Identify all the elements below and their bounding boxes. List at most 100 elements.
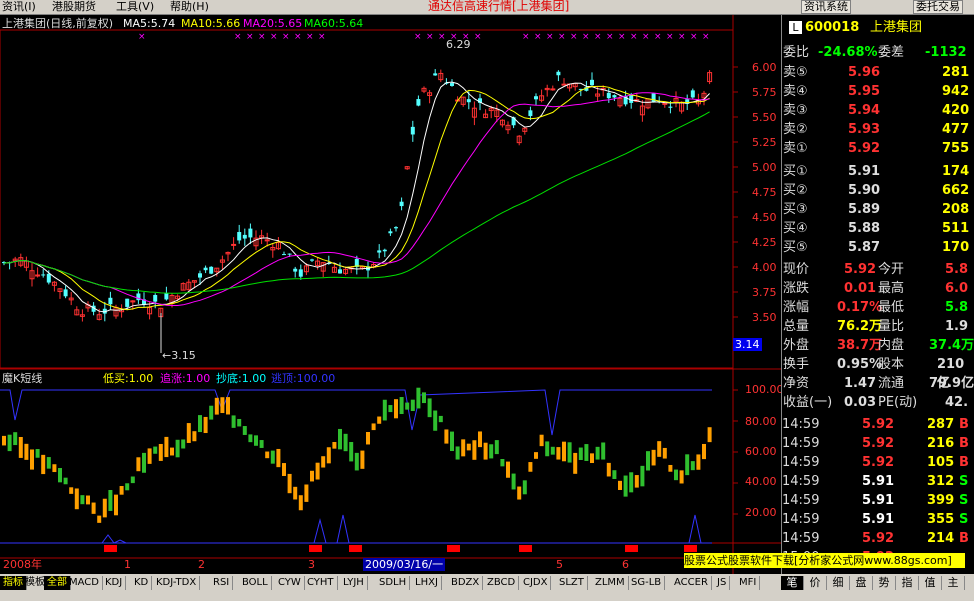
tab-cyht[interactable]: CYHT [304, 576, 338, 590]
indicator-bar [24, 443, 29, 460]
indicator-bar [130, 476, 135, 484]
signal-star: × [534, 32, 542, 42]
tab-lyjh[interactable]: LYJH [340, 576, 368, 590]
indicator-bar [629, 472, 634, 493]
right-tab-3[interactable]: 盘 [850, 576, 873, 590]
candle-body [394, 227, 398, 229]
trade-button[interactable]: 委托交易 [913, 0, 963, 14]
right-tab-6[interactable]: 值 [919, 576, 942, 590]
signal-star: × [270, 32, 278, 42]
stat-label: 最低 [878, 300, 905, 315]
tick-direction: B [959, 531, 969, 546]
ask-row: 卖① 5.92 755 [782, 139, 974, 158]
stat-label: 今开 [878, 262, 905, 277]
indicator-bar [494, 440, 499, 455]
tick-volume: 216 [927, 436, 955, 451]
indicator-bar [248, 434, 253, 443]
signal-star: × [678, 32, 686, 42]
weicha-value: -1132 [925, 45, 967, 60]
right-tab-4[interactable]: 势 [873, 576, 896, 590]
bottom-spike [101, 534, 115, 544]
tab-mfi[interactable]: MFI [736, 576, 761, 590]
tab-kdj-tdx[interactable]: KDJ-TDX [153, 576, 201, 590]
ma20-label: MA20:5.65 [243, 17, 303, 30]
menu-hk-futures[interactable]: 港股期货 [52, 0, 96, 13]
tab-sdlh[interactable]: SDLH [376, 576, 411, 590]
indicator-bar [674, 469, 678, 481]
signal-star: × [234, 32, 242, 42]
right-tab-0[interactable]: 笔 [781, 576, 804, 590]
ask-volume: 281 [942, 65, 970, 80]
tab-boll[interactable]: BOLL [239, 576, 272, 590]
indicator-bar [349, 442, 354, 462]
candle-body [534, 96, 538, 100]
stat-value: 37.4万 [929, 338, 974, 353]
tab-accer[interactable]: ACCER [671, 576, 712, 590]
indicator-name[interactable]: 魔K短线 [2, 372, 42, 385]
indicator-bar [578, 447, 583, 460]
right-tab-1[interactable]: 价 [804, 576, 827, 590]
tab-js[interactable]: JS [714, 576, 731, 590]
cursor-price: 3.14 [733, 338, 762, 351]
stat-row: 收益(一) 0.03 PE(动) 42. [782, 393, 974, 412]
tab-zbcd[interactable]: ZBCD [484, 576, 520, 590]
candle-body [63, 289, 68, 297]
tab-lhxj[interactable]: LHXJ [412, 576, 442, 590]
indicator-bar [175, 439, 180, 458]
price-tick: 5.25 [752, 136, 777, 149]
ask-label: 卖③ [783, 103, 808, 118]
tick-time: 14:59 [782, 436, 820, 451]
menu-tools[interactable]: 工具(V) [116, 0, 154, 13]
indicator-bar [108, 489, 113, 511]
stat-value: 1.9 [945, 319, 969, 334]
indicator-bar [522, 480, 527, 495]
bottom-spike [313, 518, 327, 544]
indicator-bar [209, 405, 214, 420]
tab-zlmm[interactable]: ZLMM [592, 576, 629, 590]
tick-time: 14:59 [782, 493, 820, 508]
indicator-bar [646, 451, 650, 471]
indicator-bar [556, 447, 561, 460]
candle-body [410, 126, 415, 135]
menu-info[interactable]: 资讯(I) [2, 0, 36, 13]
candle-body [231, 243, 237, 246]
right-tab-2[interactable]: 细 [827, 576, 850, 590]
indicator-bar [651, 449, 656, 466]
stat-label: 内盘 [878, 338, 905, 353]
candle-body [209, 266, 214, 274]
tab-slzt[interactable]: SLZT [556, 576, 588, 590]
indicator-bar [186, 423, 191, 443]
tab-cjdx[interactable]: CJDX [520, 576, 552, 590]
indicator-bar [153, 446, 158, 454]
right-tab-5[interactable]: 指 [896, 576, 919, 590]
indicator-bar [634, 475, 639, 488]
bid-volume: 170 [942, 240, 970, 255]
tab-sg-lb[interactable]: SG-LB [628, 576, 666, 590]
kline-chart[interactable]: × × × × × × × × × × × × × × × × × × × × × × × × × × × × × × × [0, 15, 781, 575]
tab-kd[interactable]: KD [131, 576, 153, 590]
ask-label: 卖① [783, 141, 808, 156]
tick-price: 5.92 [862, 417, 895, 432]
indicator-tick: 40.00 [745, 475, 777, 488]
signal-star: × [630, 32, 638, 42]
price-tick: 6.00 [752, 61, 777, 74]
signal-star: × [258, 32, 266, 42]
menu-help[interactable]: 帮助(H) [170, 0, 209, 13]
tick-direction: B [959, 417, 969, 432]
indicator-bar [399, 397, 404, 415]
tab-kdj[interactable]: KDJ [102, 576, 127, 590]
tab-bdzx[interactable]: BDZX [448, 576, 484, 590]
webi-label: 委比 [783, 45, 810, 60]
ad-banner[interactable]: 股票公式股票软件下载[分析家公式网www.88gs.com] [684, 553, 965, 568]
tab-macd[interactable]: MACD [66, 576, 103, 590]
ask-volume: 420 [942, 103, 970, 118]
indicator-bar [147, 448, 152, 464]
tab-rsi[interactable]: RSI [210, 576, 234, 590]
chart-area[interactable]: × × × × × × × × × × × × × × × × × × × × × × × × × × × × × × × 上港集团(日线,… [0, 15, 784, 585]
indicator-bar [601, 442, 606, 460]
tab-cyw[interactable]: CYW [275, 576, 305, 590]
right-tab-7[interactable]: 主 [942, 576, 965, 590]
bid-label: 买① [783, 164, 808, 179]
indicator-bar [506, 461, 510, 478]
info-system-button[interactable]: 资讯系统 [801, 0, 851, 14]
